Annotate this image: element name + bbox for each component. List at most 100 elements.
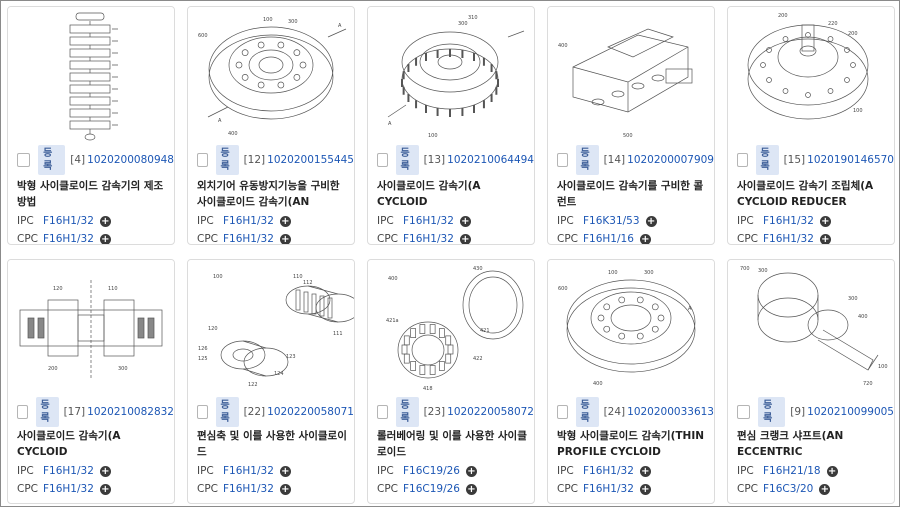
patent-title[interactable]: 사이클로이드 감속기(A CYCLOID REDUCER) bbox=[377, 178, 529, 210]
ipc-code[interactable]: F16H1/32 bbox=[403, 215, 454, 227]
svg-text:200: 200 bbox=[778, 13, 788, 19]
cpc-row: CPC F16C19/26 + bbox=[377, 482, 477, 496]
plus-circle-icon[interactable]: + bbox=[826, 465, 838, 477]
cpc-code[interactable]: F16H1/32 bbox=[583, 483, 634, 495]
cpc-code[interactable]: F16H1/32 bbox=[43, 233, 94, 244]
patent-card[interactable]: 700 300 300 400 100 720 등록 [9] 1020210099005 … bbox=[727, 259, 895, 504]
patent-drawing-thumbnail[interactable]: 100 110 112 120 126 125 123 124 122 111 bbox=[188, 260, 354, 397]
plus-circle-icon[interactable]: + bbox=[459, 215, 471, 227]
patent-card[interactable]: 400 430 421a 421 422 418 등록 [23] 102022005807… bbox=[367, 259, 535, 504]
plus-circle-icon[interactable]: + bbox=[99, 233, 111, 244]
patent-title[interactable]: 사이클로이드 감속기 조립체(A CYCLOID REDUCER ASSEMBL… bbox=[737, 178, 889, 210]
plus-circle-icon[interactable]: + bbox=[99, 215, 111, 227]
application-number-link[interactable]: 1020210064494 bbox=[447, 154, 534, 166]
plus-circle-icon[interactable]: + bbox=[819, 233, 831, 244]
patent-title[interactable]: 사이클로이드 감속기(A CYCLOID REDUCER) bbox=[17, 428, 169, 460]
patent-drawing-thumbnail[interactable]: 300 310 100 A bbox=[368, 7, 534, 144]
cpc-code[interactable]: F16H1/32 bbox=[403, 233, 454, 244]
patent-card[interactable]: 220 200 100 200 등록 [15] 1020190146570 사이클로이… bbox=[727, 6, 895, 245]
patent-drawing-thumbnail[interactable]: 400 500 bbox=[548, 7, 714, 144]
patent-card[interactable]: 600 100 300 A 400 등록 [24] 1020200033613 박형 사… bbox=[547, 259, 715, 504]
select-checkbox[interactable] bbox=[17, 405, 28, 419]
select-checkbox[interactable] bbox=[377, 405, 388, 419]
plus-circle-icon[interactable]: + bbox=[819, 215, 831, 227]
patent-title[interactable]: 박형 사이클로이드 감속기(THIN PROFILE CYCLOID REDUC… bbox=[557, 428, 709, 460]
cpc-row: CPC F16H1/32 + bbox=[737, 232, 831, 244]
plus-circle-icon[interactable]: + bbox=[466, 465, 477, 477]
application-number-link[interactable]: 1020200033613 bbox=[627, 406, 714, 418]
patent-title[interactable]: 박형 사이클로이드 감속기의 제조방법 (MANUFACTURING METHO… bbox=[17, 178, 169, 210]
patent-title[interactable]: 편심축 및 이를 사용한 사이클로이드 감속기(AN ECCENTRIC SHA… bbox=[197, 428, 349, 460]
result-index: [9] bbox=[790, 406, 806, 418]
ipc-code[interactable]: F16H21/18 bbox=[763, 465, 821, 477]
select-checkbox[interactable] bbox=[737, 405, 751, 419]
plus-circle-icon[interactable]: + bbox=[645, 215, 657, 227]
patent-card[interactable]: 등록 [4] 1020200080948 박형 사이클로이드 감속기의 제조방법… bbox=[7, 6, 175, 245]
ipc-code[interactable]: F16K31/53 bbox=[583, 215, 640, 227]
select-checkbox[interactable] bbox=[737, 153, 748, 167]
plus-circle-icon[interactable]: + bbox=[99, 465, 111, 477]
plus-circle-icon[interactable]: + bbox=[279, 215, 291, 227]
status-badge: 등록 bbox=[215, 397, 239, 427]
plus-circle-icon[interactable]: + bbox=[819, 483, 831, 495]
application-number-link[interactable]: 1020220058071 bbox=[267, 406, 354, 418]
select-checkbox[interactable] bbox=[377, 153, 388, 167]
patent-title[interactable]: 사이클로이드 감속기를 구비한 콜런트 밸브 구동 액추에이터(ACTUATOR… bbox=[557, 178, 709, 210]
cpc-code[interactable]: F16H1/32 bbox=[763, 233, 814, 244]
patent-drawing-thumbnail[interactable]: 120 110 200 300 bbox=[8, 260, 174, 397]
ipc-code[interactable]: F16H1/32 bbox=[223, 465, 274, 477]
select-checkbox[interactable] bbox=[557, 153, 568, 167]
plus-circle-icon[interactable]: + bbox=[459, 233, 471, 244]
ipc-code[interactable]: F16C19/26 bbox=[403, 465, 460, 477]
patent-card[interactable]: 600 100 300 400 A A 등록 [12] 1020200155445 외치기… bbox=[187, 6, 355, 245]
ipc-code[interactable]: F16H1/32 bbox=[223, 215, 274, 227]
application-number-link[interactable]: 1020200155445 bbox=[267, 154, 354, 166]
svg-text:720: 720 bbox=[863, 381, 873, 387]
application-number-link[interactable]: 1020190146570 bbox=[807, 154, 894, 166]
plus-circle-icon[interactable]: + bbox=[279, 233, 291, 244]
select-checkbox[interactable] bbox=[197, 405, 208, 419]
patent-title[interactable]: 외치기어 유동방지기능을 구비한 사이클로이드 감속기(AN CYCLOID… bbox=[197, 178, 349, 210]
patent-drawing-thumbnail[interactable]: 400 430 421a 421 422 418 bbox=[368, 260, 534, 397]
patent-drawing-thumbnail[interactable]: 600 100 300 A 400 bbox=[548, 260, 714, 397]
cpc-code[interactable]: F16C3/20 bbox=[763, 483, 813, 495]
patent-drawing-thumbnail[interactable]: 220 200 100 200 bbox=[728, 7, 894, 144]
plus-circle-icon[interactable]: + bbox=[279, 483, 291, 495]
svg-text:100: 100 bbox=[213, 274, 223, 280]
ipc-code[interactable]: F16H1/32 bbox=[43, 215, 94, 227]
cpc-code[interactable]: F16H1/32 bbox=[43, 483, 94, 495]
patent-card[interactable]: 400 500 등록 [14] 1020200007909 사이클로이드 감속기를… bbox=[547, 6, 715, 245]
application-number-link[interactable]: 1020200080948 bbox=[87, 154, 174, 166]
ipc-code[interactable]: F16H1/32 bbox=[763, 215, 814, 227]
select-checkbox[interactable] bbox=[197, 153, 208, 167]
patent-title[interactable]: 편심 크랭크 샤프트(AN ECCENTRIC CRANK SHAFT) bbox=[737, 428, 889, 460]
patent-title[interactable]: 롤러베어링 및 이를 사용한 사이클로이드 감속기(A ROLLER BEARI… bbox=[377, 428, 529, 460]
plus-circle-icon[interactable]: + bbox=[639, 483, 651, 495]
plus-circle-icon[interactable]: + bbox=[639, 465, 651, 477]
application-number-link[interactable]: 1020210082832 bbox=[87, 406, 174, 418]
patent-card[interactable]: 100 110 112 120 126 125 123 124 122 111 등록 [22] 1… bbox=[187, 259, 355, 504]
ipc-code[interactable]: F16H1/32 bbox=[43, 465, 94, 477]
cpc-code[interactable]: F16C19/26 bbox=[403, 483, 460, 495]
cpc-code[interactable]: F16H1/32 bbox=[223, 233, 274, 244]
result-index: [13] bbox=[423, 154, 446, 166]
patent-drawing-thumbnail[interactable]: 600 100 300 400 A A bbox=[188, 7, 354, 144]
select-checkbox[interactable] bbox=[557, 405, 568, 419]
application-number-link[interactable]: 1020220058072 bbox=[447, 406, 534, 418]
ipc-row: IPC F16H1/32 + bbox=[197, 464, 291, 478]
patent-drawing-thumbnail[interactable]: 700 300 300 400 100 720 bbox=[728, 260, 894, 397]
application-number-link[interactable]: 1020200007909 bbox=[627, 154, 714, 166]
patent-card[interactable]: 120 110 200 300 등록 [17] 1020210082832 사이클로이… bbox=[7, 259, 175, 504]
plus-circle-icon[interactable]: + bbox=[466, 483, 477, 495]
cpc-code[interactable]: F16H1/16 bbox=[583, 233, 634, 244]
ipc-row: IPC F16K31/53 + bbox=[557, 214, 657, 228]
patent-drawing-thumbnail[interactable] bbox=[8, 7, 174, 144]
select-checkbox[interactable] bbox=[17, 153, 31, 167]
plus-circle-icon[interactable]: + bbox=[279, 465, 291, 477]
plus-circle-icon[interactable]: + bbox=[99, 483, 111, 495]
cpc-code[interactable]: F16H1/32 bbox=[223, 483, 274, 495]
application-number-link[interactable]: 1020210099005 bbox=[807, 406, 894, 418]
ipc-code[interactable]: F16H1/32 bbox=[583, 465, 634, 477]
plus-circle-icon[interactable]: + bbox=[639, 233, 651, 244]
patent-card[interactable]: 300 310 100 A 등록 [13] 1020210064494 사이클로이드 … bbox=[367, 6, 535, 245]
